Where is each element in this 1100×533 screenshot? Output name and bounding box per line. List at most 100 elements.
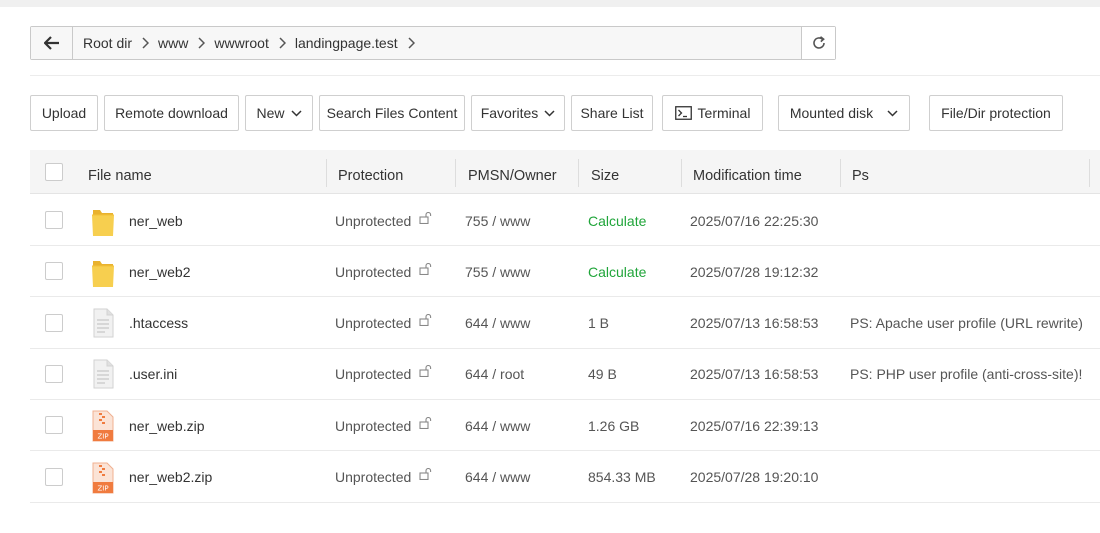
breadcrumb-www[interactable]: www <box>156 35 190 51</box>
column-protection[interactable]: Protection <box>338 150 403 194</box>
unlock-icon <box>419 365 432 378</box>
unlock-icon <box>419 416 432 429</box>
permission-owner[interactable]: 755 / www <box>465 195 530 246</box>
file-size: 854.33 MB <box>588 469 656 485</box>
permission-owner[interactable]: 644 / www <box>465 452 530 503</box>
new-dropdown-button[interactable]: New <box>245 95 313 131</box>
breadcrumb-wwwroot[interactable]: wwwroot <box>212 35 270 51</box>
column-divider <box>840 159 841 187</box>
permission-owner[interactable]: 644 / www <box>465 400 530 451</box>
top-strip <box>0 0 1100 7</box>
calculate-size-link[interactable]: Calculate <box>588 195 646 246</box>
table-row[interactable]: .user.ini Unprotected 644 / root 49 B 2025/0… <box>30 349 1100 400</box>
file-icon <box>92 308 114 341</box>
back-button[interactable] <box>31 27 73 59</box>
protection-status[interactable]: Unprotected <box>335 349 432 400</box>
protection-status[interactable]: Unprotected <box>335 400 432 451</box>
ps-note[interactable]: PS: Apache user profile (URL rewrite) <box>850 298 1083 349</box>
file-name[interactable]: ner_web.zip <box>129 400 205 451</box>
terminal-icon <box>674 106 692 120</box>
permission-owner[interactable]: 644 / root <box>465 349 524 400</box>
column-divider <box>1089 159 1090 187</box>
protection-label: Unprotected <box>335 417 412 434</box>
favorites-dropdown-button[interactable]: Favorites <box>471 95 565 131</box>
table-row[interactable]: ner_web2 Unprotected 755 / www Calculate 202… <box>30 246 1100 298</box>
file-name[interactable]: .user.ini <box>129 349 177 400</box>
file-name[interactable]: ner_web <box>129 195 183 246</box>
chevron-right-icon <box>190 37 212 49</box>
protection-status[interactable]: Unprotected <box>335 452 432 503</box>
mounted-disk-dropdown[interactable]: Mounted disk <box>778 95 910 131</box>
share-list-button[interactable]: Share List <box>571 95 653 131</box>
breadcrumb: Root dir www wwwroot landingpage.test <box>73 27 801 59</box>
terminal-button[interactable]: Terminal <box>662 95 763 131</box>
file-icon <box>92 359 114 392</box>
calculate-size-link[interactable]: Calculate <box>588 246 646 297</box>
modification-time: 2025/07/16 22:25:30 <box>690 212 819 229</box>
permission-owner[interactable]: 644 / www <box>465 298 530 349</box>
protection-label: Unprotected <box>335 212 412 229</box>
column-divider <box>455 159 456 187</box>
table-row[interactable]: ner_web Unprotected 755 / www Calculate 2025… <box>30 195 1100 246</box>
select-all-checkbox[interactable] <box>45 163 63 181</box>
protection-label: Unprotected <box>335 366 412 383</box>
column-modification-time[interactable]: Modification time <box>693 150 802 194</box>
upload-button[interactable]: Upload <box>30 95 98 131</box>
chevron-down-icon <box>290 109 302 117</box>
folder-icon <box>91 205 115 240</box>
column-divider <box>578 159 579 187</box>
column-size[interactable]: Size <box>591 150 619 194</box>
svg-text:ZIP: ZIP <box>97 484 108 492</box>
modification-time: 2025/07/13 16:58:53 <box>690 315 819 332</box>
file-name[interactable]: ner_web2 <box>129 246 191 297</box>
unlock-icon <box>419 262 432 275</box>
file-name[interactable]: ner_web2.zip <box>129 452 212 503</box>
table-row[interactable]: ZIP ner_web.zip Unprotected 644 / www 1.26 G… <box>30 400 1100 452</box>
zip-file-icon: ZIP <box>91 462 115 497</box>
modification-time: 2025/07/28 19:20:10 <box>690 469 819 485</box>
chevron-down-icon <box>544 109 555 117</box>
path-bar: Root dir www wwwroot landingpage.test <box>30 26 836 60</box>
table-row[interactable]: .htaccess Unprotected 644 / www 1 B 2025/07/… <box>30 298 1100 349</box>
row-checkbox[interactable] <box>45 313 63 332</box>
remote-download-button[interactable]: Remote download <box>104 95 239 131</box>
protection-status[interactable]: Unprotected <box>335 195 432 246</box>
file-size: 49 B <box>588 366 617 383</box>
modification-time: 2025/07/16 22:39:13 <box>690 417 819 434</box>
breadcrumb-root[interactable]: Root dir <box>81 35 134 51</box>
column-ps[interactable]: Ps <box>852 150 869 194</box>
column-file-name[interactable]: File name <box>88 150 152 194</box>
row-checkbox[interactable] <box>45 262 63 281</box>
table-header: File name Protection PMSN/Owner Size Mod… <box>30 150 1100 194</box>
permission-owner[interactable]: 755 / www <box>465 246 530 297</box>
zip-file-icon: ZIP <box>91 410 115 445</box>
row-checkbox[interactable] <box>45 416 63 435</box>
chevron-right-icon <box>400 37 422 49</box>
row-checkbox[interactable] <box>45 364 63 383</box>
search-files-content-button[interactable]: Search Files Content <box>319 95 465 131</box>
protection-status[interactable]: Unprotected <box>335 246 432 297</box>
row-checkbox[interactable] <box>45 211 63 229</box>
folder-icon <box>91 256 115 291</box>
table-row[interactable]: ZIP ner_web2.zip Unprotected 644 / www 854.3… <box>30 452 1100 503</box>
column-divider <box>326 159 327 187</box>
unlock-icon <box>419 314 432 327</box>
breadcrumb-landingpage[interactable]: landingpage.test <box>293 35 400 51</box>
protection-label: Unprotected <box>335 315 412 332</box>
refresh-icon <box>812 36 825 49</box>
refresh-button[interactable] <box>801 27 835 59</box>
column-divider <box>681 159 682 187</box>
protection-status[interactable]: Unprotected <box>335 298 432 349</box>
protection-label: Unprotected <box>335 263 412 280</box>
divider <box>30 75 1100 76</box>
protection-label: Unprotected <box>335 469 412 485</box>
chevron-down-icon <box>887 109 898 117</box>
row-checkbox[interactable] <box>45 467 63 486</box>
ps-note[interactable]: PS: PHP user profile (anti-cross-site)! <box>850 349 1082 400</box>
unlock-icon <box>419 211 432 224</box>
column-pmsn-owner[interactable]: PMSN/Owner <box>468 150 557 194</box>
modification-time: 2025/07/28 19:12:32 <box>690 263 819 280</box>
file-dir-protection-button[interactable]: File/Dir protection <box>929 95 1063 131</box>
arrow-left-icon <box>43 36 59 50</box>
file-name[interactable]: .htaccess <box>129 298 188 349</box>
